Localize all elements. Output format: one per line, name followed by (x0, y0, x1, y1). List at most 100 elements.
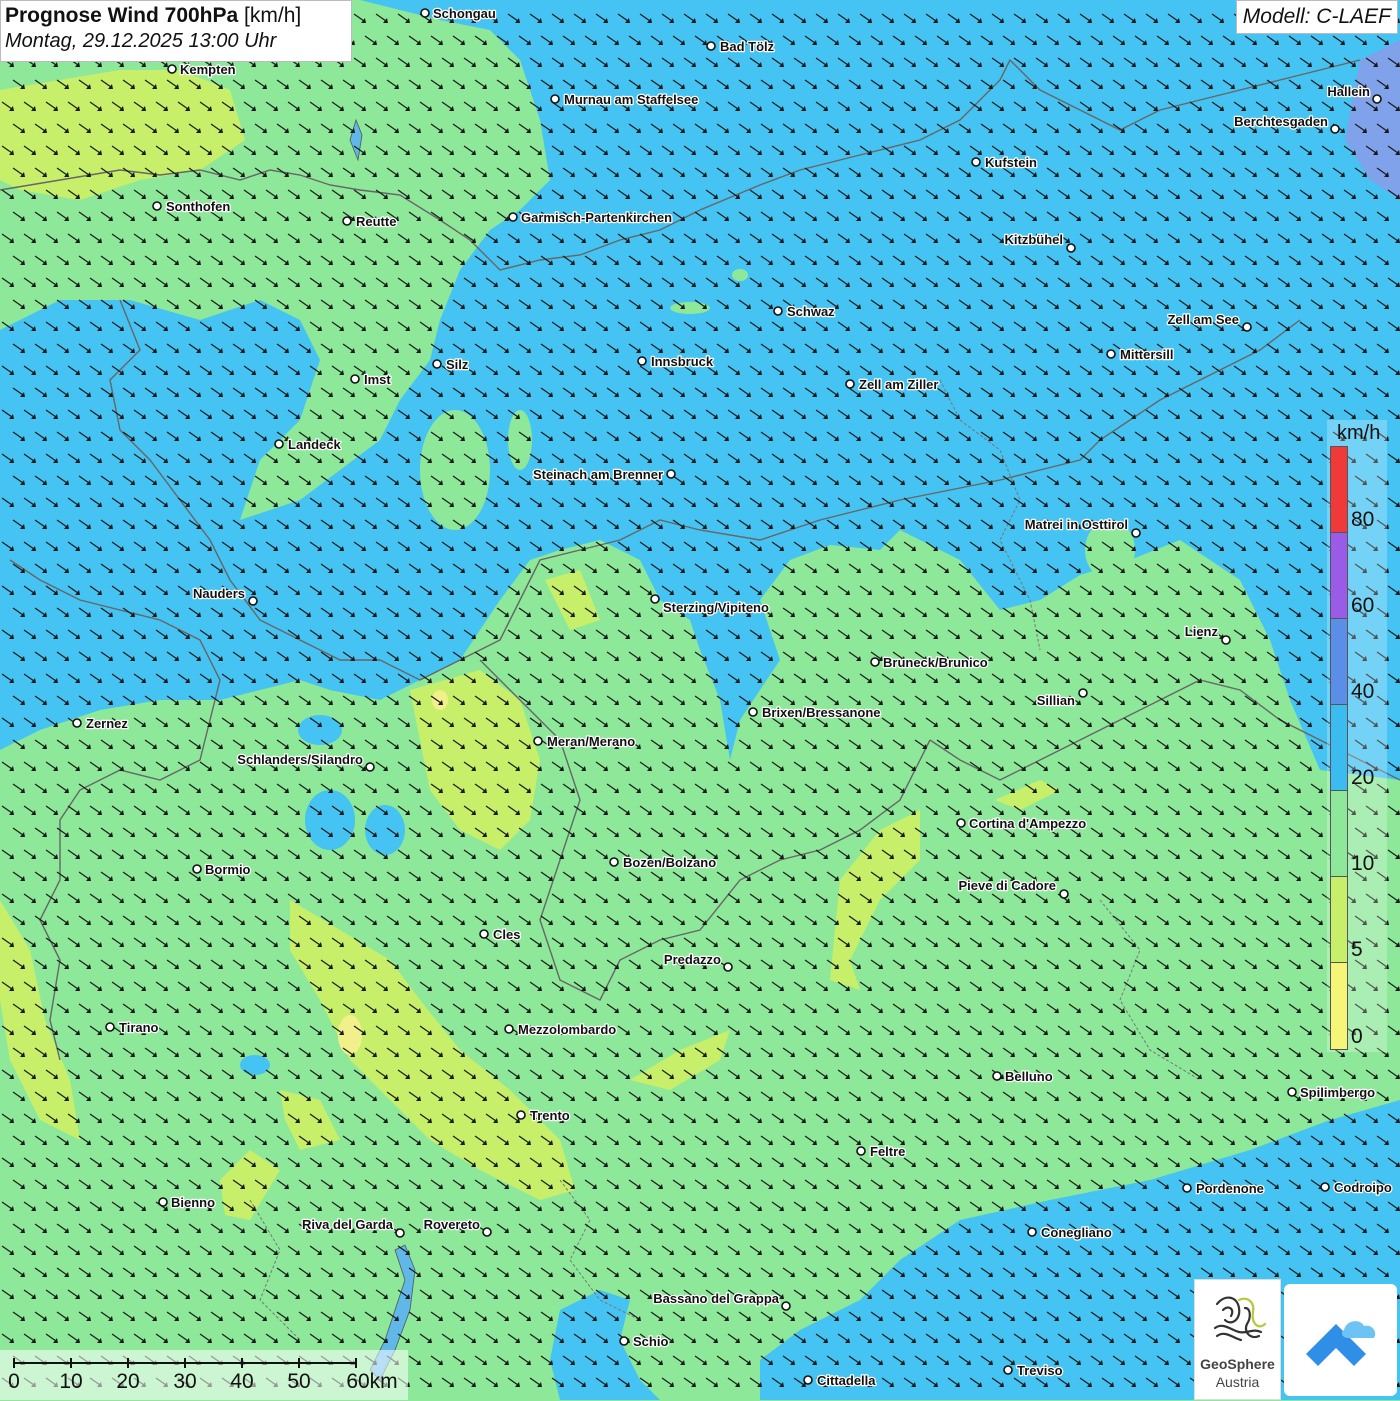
city-label-reutte: Reutte (356, 214, 396, 229)
city-label-codroipo: Codroipo (1334, 1180, 1392, 1195)
scale-tick (70, 1358, 72, 1368)
city-label-silz: Silz (446, 357, 469, 372)
city-marker-hallein[interactable] (1372, 94, 1382, 104)
scale-label-10: 10 (59, 1370, 83, 1393)
legend-label-20: 20 (1351, 766, 1375, 789)
city-marker-cortina-d-ampezzo[interactable] (956, 818, 966, 828)
city-marker-bienno[interactable] (158, 1197, 168, 1207)
city-marker-belluno[interactable] (992, 1071, 1002, 1081)
city-marker-mittersill[interactable] (1106, 349, 1116, 359)
city-label-cortina-d-ampezzo: Cortina d'Ampezzo (969, 816, 1086, 831)
legend-unit: km/h (1337, 422, 1381, 444)
city-marker-imst[interactable] (350, 374, 360, 384)
city-label-sonthofen: Sonthofen (166, 199, 230, 214)
city-label-pieve-di-cadore: Pieve di Cadore (958, 878, 1056, 893)
city-marker-garmisch-partenkirchen[interactable] (508, 212, 518, 222)
city-marker-innsbruck[interactable] (637, 356, 647, 366)
city-marker-meran-merano[interactable] (533, 736, 543, 746)
city-marker-landeck[interactable] (274, 439, 284, 449)
city-label-bad-t-lz: Bad Tölz (720, 39, 775, 54)
city-label-conegliano: Conegliano (1041, 1225, 1112, 1240)
city-marker-brixen-bressanone[interactable] (748, 707, 758, 717)
city-marker-treviso[interactable] (1003, 1365, 1013, 1375)
city-marker-zell-am-see[interactable] (1242, 322, 1252, 332)
city-label-meran-merano: Meran/Merano (547, 734, 635, 749)
city-marker-spilimbergo[interactable] (1287, 1087, 1297, 1097)
city-marker-sonthofen[interactable] (152, 201, 162, 211)
city-marker-rovereto[interactable] (482, 1227, 492, 1237)
city-marker-matrei-in-osttirol[interactable] (1131, 528, 1141, 538)
city-marker-predazzo[interactable] (723, 962, 733, 972)
city-label-garmisch-partenkirchen: Garmisch-Partenkirchen (521, 210, 672, 225)
wind-map[interactable]: Schongau Bad Tölz Kempten Murnau am Staffel… (0, 0, 1400, 1400)
city-marker-bassano-del-grappa[interactable] (781, 1301, 791, 1311)
city-marker-steinach-am-brenner[interactable] (666, 469, 676, 479)
city-marker-kufstein[interactable] (971, 157, 981, 167)
city-marker-mezzolombardo[interactable] (504, 1024, 514, 1034)
city-label-zell-am-see: Zell am See (1167, 312, 1239, 327)
city-marker-tirano[interactable] (105, 1022, 115, 1032)
city-label-bormio: Bormio (205, 862, 251, 877)
city-marker-schlanders-silandro[interactable] (365, 762, 375, 772)
city-label-tirano: Tirano (119, 1020, 159, 1035)
legend-label-80: 80 (1351, 508, 1375, 531)
city-marker-cles[interactable] (479, 929, 489, 939)
city-label-schio: Schio (633, 1334, 668, 1349)
city-marker-lienz[interactable] (1221, 635, 1231, 645)
city-label-berchtesgaden: Berchtesgaden (1234, 114, 1328, 129)
city-marker-schongau[interactable] (420, 8, 430, 18)
city-marker-sterzing-vipiteno[interactable] (650, 594, 660, 604)
forecast-title-box: Prognose Wind 700hPa [km/h] Montag, 29.1… (0, 0, 352, 62)
city-marker-murnau-am-staffelsee[interactable] (550, 94, 560, 104)
city-marker-kempten[interactable] (167, 64, 177, 74)
city-label-schongau: Schongau (433, 6, 496, 21)
city-marker-bruneck-brunico[interactable] (870, 657, 880, 667)
city-marker-riva-del-garda[interactable] (395, 1228, 405, 1238)
city-marker-feltre[interactable] (856, 1146, 866, 1156)
city-label-mittersill: Mittersill (1120, 347, 1173, 362)
city-marker-zell-am-ziller[interactable] (845, 379, 855, 389)
city-marker-pieve-di-cadore[interactable] (1059, 889, 1069, 899)
city-marker-zernez[interactable] (72, 718, 82, 728)
city-marker-codroipo[interactable] (1320, 1182, 1330, 1192)
city-marker-trento[interactable] (516, 1110, 526, 1120)
geosphere-logo[interactable]: GeoSphere Austria (1194, 1279, 1281, 1400)
city-label-hallein: Hallein (1327, 84, 1370, 99)
city-marker-berchtesgaden[interactable] (1330, 124, 1340, 134)
scale-label-60km: 60km (346, 1370, 398, 1393)
city-marker-schwaz[interactable] (773, 306, 783, 316)
city-marker-bad-t-lz[interactable] (706, 41, 716, 51)
city-label-bassano-del-grappa: Bassano del Grappa (653, 1291, 779, 1306)
city-label-bruneck-brunico: Bruneck/Brunico (883, 655, 988, 670)
city-label-treviso: Treviso (1017, 1363, 1063, 1378)
city-marker-bozen-bolzano[interactable] (609, 857, 619, 867)
city-marker-pordenone[interactable] (1182, 1183, 1192, 1193)
city-marker-conegliano[interactable] (1027, 1227, 1037, 1237)
city-label-landeck: Landeck (288, 437, 342, 452)
city-marker-silz[interactable] (432, 359, 442, 369)
legend-swatch-0-5 (1330, 962, 1348, 1050)
city-marker-cittadella[interactable] (803, 1375, 813, 1385)
scale-bar: 0 10 20 30 40 50 60km (0, 1350, 408, 1400)
city-label-schlanders-silandro: Schlanders/Silandro (237, 752, 363, 767)
city-label-innsbruck: Innsbruck (651, 354, 714, 369)
city-label-cles: Cles (493, 927, 520, 942)
city-marker-sillian[interactable] (1078, 688, 1088, 698)
city-marker-reutte[interactable] (342, 216, 352, 226)
legend-swatch-60-80 (1330, 532, 1348, 619)
city-marker-schio[interactable] (619, 1336, 629, 1346)
city-label-kitzb-hel: Kitzbühel (1005, 232, 1064, 247)
city-label-imst: Imst (364, 372, 391, 387)
city-marker-bormio[interactable] (192, 864, 202, 874)
legend-swatch-10-20 (1330, 790, 1348, 877)
city-label-bienno: Bienno (171, 1195, 215, 1210)
scale-tick (127, 1358, 129, 1368)
city-marker-nauders[interactable] (248, 596, 258, 606)
weather-app-logo[interactable] (1284, 1284, 1397, 1396)
legend-label-0: 0 (1351, 1025, 1363, 1048)
city-marker-kitzb-hel[interactable] (1066, 243, 1076, 253)
city-label-bozen-bolzano: Bozen/Bolzano (623, 855, 716, 870)
city-label-nauders: Nauders (193, 586, 245, 601)
scale-tick (355, 1358, 357, 1368)
legend-label-10: 10 (1351, 852, 1375, 875)
